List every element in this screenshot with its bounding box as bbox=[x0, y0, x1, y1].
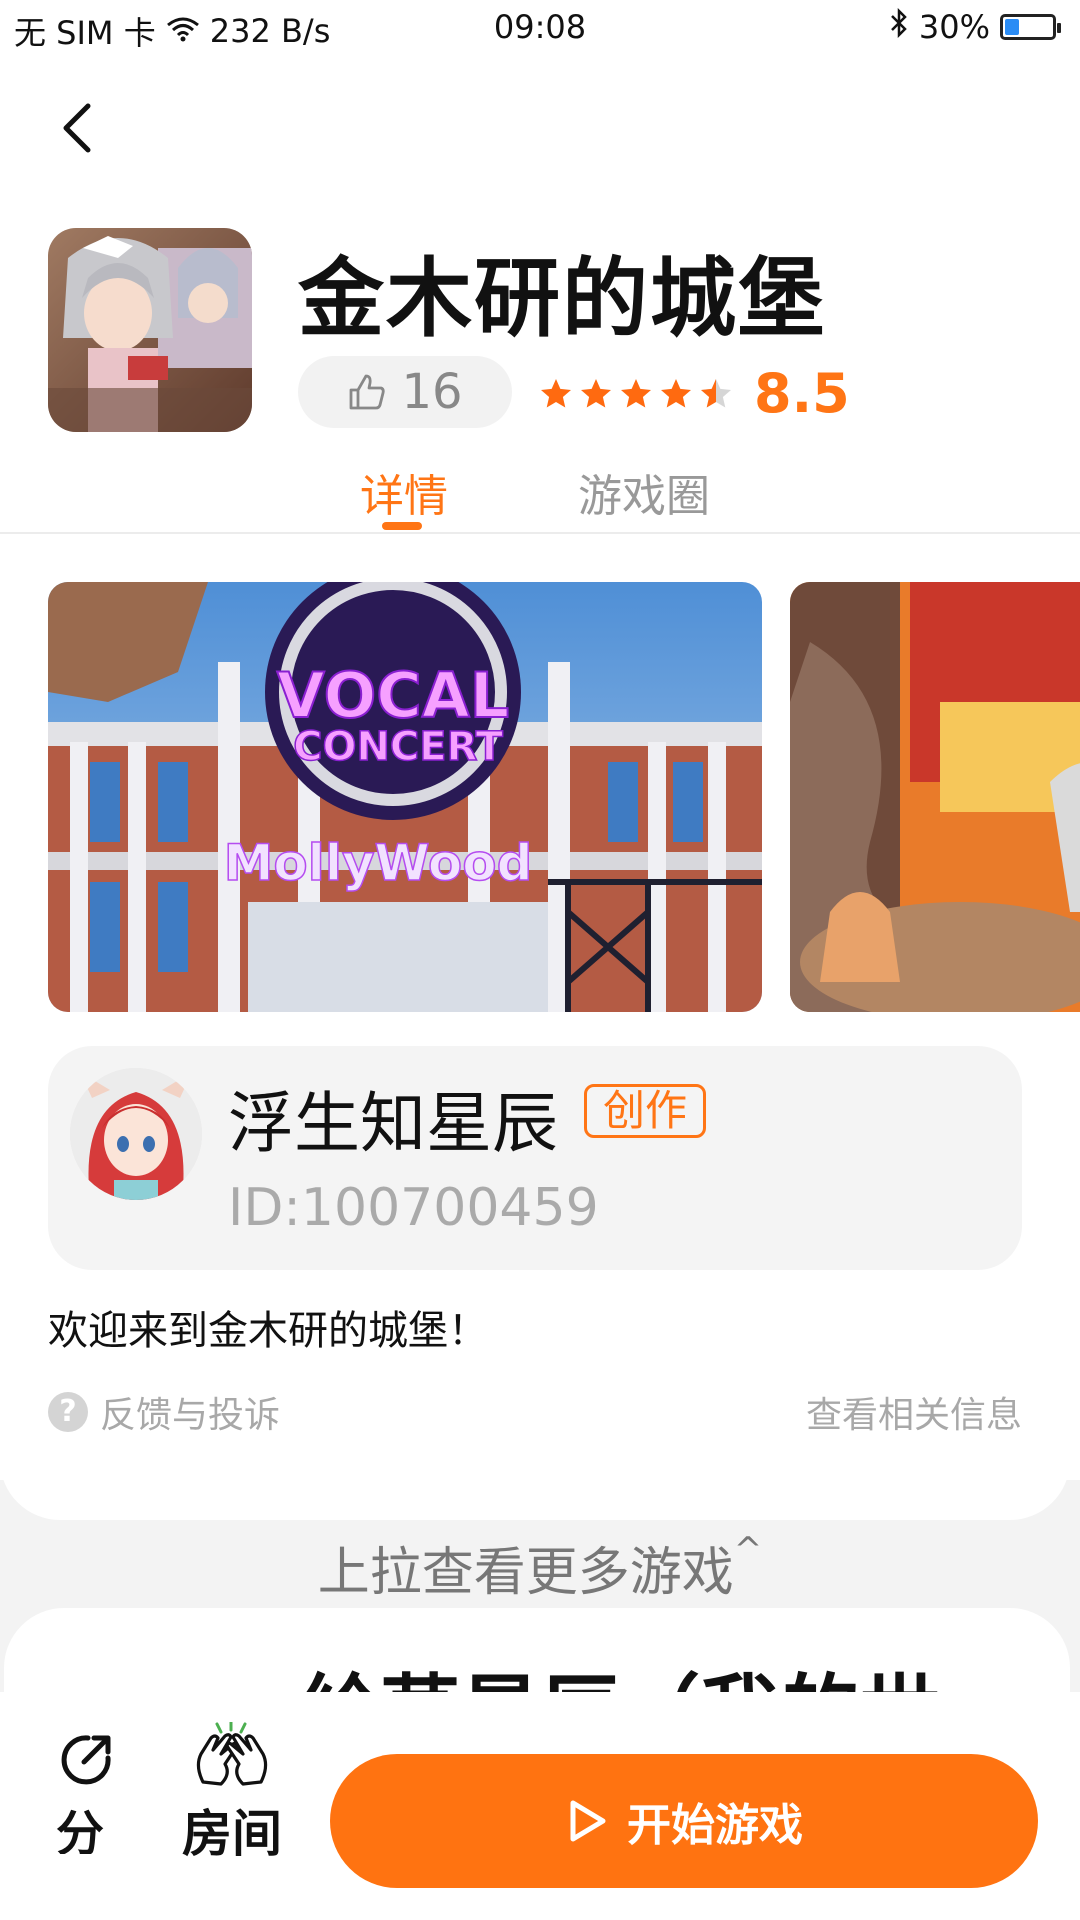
game-icon-image bbox=[48, 228, 252, 432]
bluetooth-icon bbox=[889, 7, 909, 46]
battery-level-fill bbox=[1005, 19, 1019, 35]
feedback-label: 反馈与投诉 bbox=[100, 1395, 281, 1436]
star-icon bbox=[541, 378, 571, 407]
game-title: 金木研的城堡 bbox=[298, 249, 826, 349]
star-icon bbox=[661, 378, 691, 407]
pull-up-hint[interactable]: 上拉查看更多游戏^ bbox=[0, 1530, 1080, 1605]
thumbs-up-icon bbox=[350, 374, 386, 410]
play-icon bbox=[570, 1800, 606, 1842]
star-icon bbox=[581, 378, 611, 407]
rating-score: 8.5 bbox=[754, 362, 850, 425]
back-button[interactable] bbox=[48, 98, 108, 158]
star-half-icon bbox=[701, 378, 731, 407]
game-description: 欢迎来到金木研的城堡！ bbox=[48, 1308, 488, 1354]
share-button[interactable]: 分享 bbox=[56, 1732, 116, 1854]
start-game-label: 开始游戏 bbox=[627, 1800, 803, 1851]
star-rating: 8.5 bbox=[538, 362, 850, 425]
star-icon bbox=[621, 378, 651, 407]
tab-bar: 详情 游戏圈 bbox=[0, 452, 1080, 534]
screenshot-2[interactable] bbox=[790, 582, 1080, 1012]
active-tab-indicator bbox=[382, 522, 422, 530]
creator-name: 浮生知星辰 bbox=[228, 1085, 558, 1162]
clapping-hands-icon bbox=[196, 1722, 268, 1786]
tab-game-circle[interactable]: 游戏圈 bbox=[578, 460, 710, 524]
start-game-button[interactable]: 开始游戏 bbox=[330, 1754, 1038, 1888]
related-info-link[interactable]: 查看相关信息 bbox=[806, 1386, 1022, 1438]
room-button[interactable]: 房间 bbox=[172, 1722, 292, 1866]
creator-avatar[interactable] bbox=[70, 1068, 202, 1200]
feedback-link[interactable]: ? 反馈与投诉 bbox=[48, 1386, 280, 1438]
room-label: 房间 bbox=[182, 1805, 282, 1863]
pull-up-label: 上拉查看更多游戏 bbox=[317, 1543, 734, 1603]
chevron-up-icon: ^ bbox=[733, 1530, 763, 1570]
chevron-left-icon bbox=[63, 103, 91, 153]
like-button[interactable]: 16 bbox=[298, 356, 512, 428]
bottom-action-bar: 分享 房间 开始游戏 bbox=[0, 1692, 1080, 1920]
share-icon bbox=[61, 1735, 111, 1785]
battery-icon bbox=[1000, 14, 1061, 40]
creator-badge: 创作 bbox=[584, 1084, 707, 1138]
share-label: 分享 bbox=[56, 1806, 105, 1854]
detail-card-bottom-edge bbox=[0, 1440, 1070, 1520]
status-bar: 无 SIM 卡 232 B/s 09:08 30% bbox=[0, 0, 1080, 60]
sign-concert: CONCERT bbox=[293, 724, 504, 770]
sign-mollywood: MollyWood bbox=[224, 834, 533, 892]
battery-percent: 30% bbox=[918, 8, 990, 46]
sign-vocal: VOCAL bbox=[277, 659, 510, 732]
creator-id: ID:100700459 bbox=[228, 1178, 599, 1238]
like-count: 16 bbox=[401, 364, 463, 420]
screenshot-1[interactable]: VOCAL CONCERT MollyWood bbox=[48, 582, 762, 1012]
tab-details[interactable]: 详情 bbox=[360, 460, 448, 524]
screenshot-carousel[interactable]: VOCAL CONCERT MollyWood bbox=[48, 582, 1080, 1012]
creator-card[interactable]: 浮生知星辰 创作 ID:100700459 bbox=[48, 1046, 1022, 1270]
question-icon: ? bbox=[48, 1392, 88, 1432]
